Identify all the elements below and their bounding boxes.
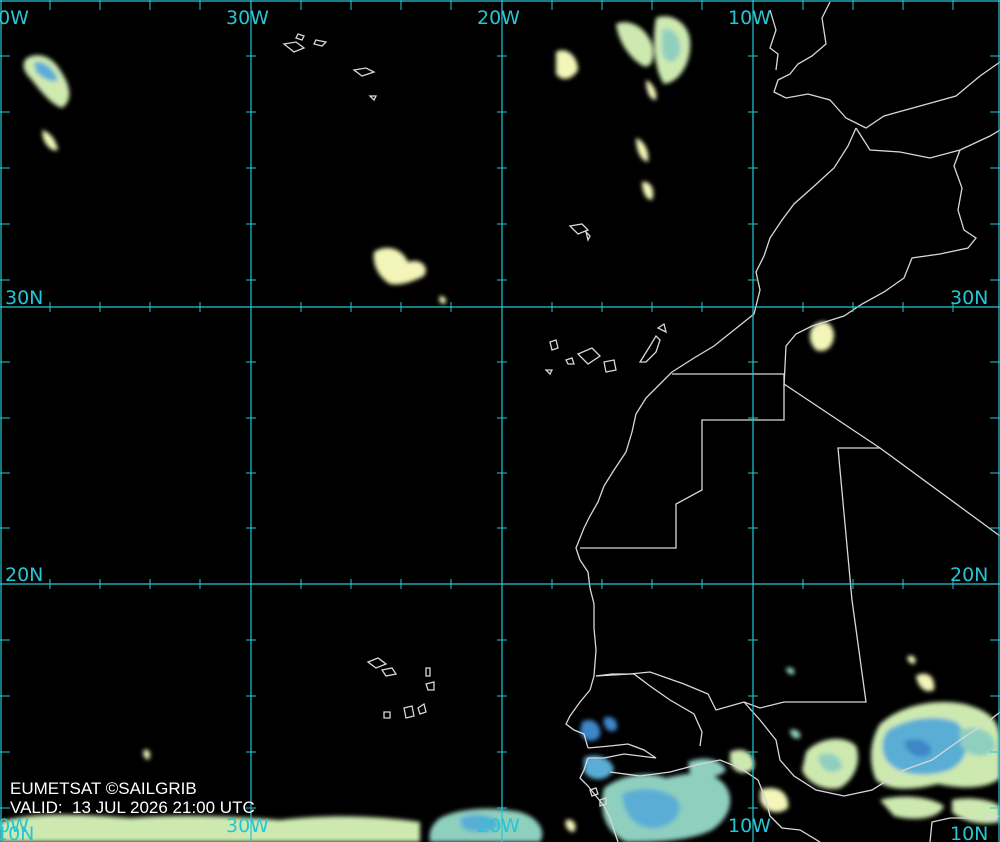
source-credit: EUMETSAT ©SAILGRIB [10, 779, 197, 798]
lon-label-bottom-left: 10W [0, 815, 29, 837]
lat-label-30n-left: 30N [5, 287, 43, 309]
lat-label-10n-right: 10N [950, 823, 988, 842]
cloud-patch [0, 814, 420, 842]
lat-label-20n-left: 20N [5, 564, 43, 586]
map-background [0, 0, 1000, 842]
lon-label-bottom-20w: 20W [477, 815, 520, 837]
lon-label-left: 10W [0, 7, 29, 29]
satellite-map: 10W 30W 20W 10W 30N 20N 10N 30N 20N 10N … [0, 0, 1000, 842]
lon-label-10w: 10W [728, 7, 771, 29]
lon-label-20w: 20W [477, 7, 520, 29]
lon-label-bottom-10w: 10W [728, 815, 771, 837]
valid-time: VALID: 13 JUL 2026 21:00 UTC [10, 798, 255, 817]
lon-label-30w: 30W [226, 7, 269, 29]
lat-label-20n-right: 20N [950, 564, 988, 586]
lat-label-30n-right: 30N [950, 287, 988, 309]
lon-label-bottom-30w: 30W [226, 815, 269, 837]
